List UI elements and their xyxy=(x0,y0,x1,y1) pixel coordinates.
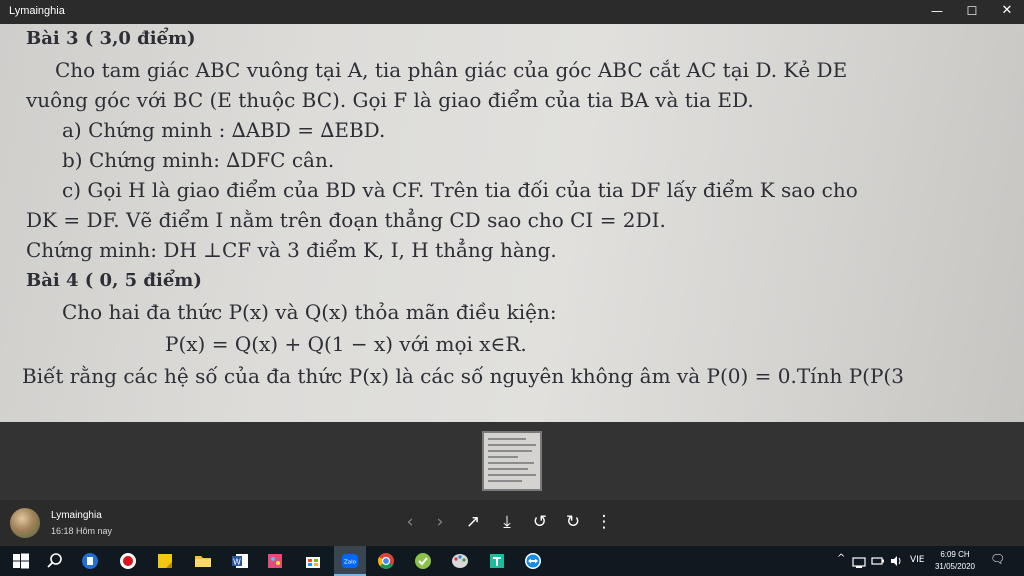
word-icon[interactable]: W xyxy=(230,551,250,571)
download-button[interactable]: ⤓ xyxy=(494,509,520,535)
document-line: P(x) = Q(x) + Q(1 − x) với mọi x∈R. xyxy=(165,332,527,356)
app-blue-circle-icon[interactable] xyxy=(80,551,100,571)
photo-document: Bài 3 ( 3,0 điểm) Cho tam giác ABC vuông… xyxy=(0,24,1024,422)
document-line: Cho hai đa thức P(x) và Q(x) thỏa mãn đi… xyxy=(62,300,557,324)
document-line: Chứng minh: DH ⊥CF và 3 điểm K, I, H thẳ… xyxy=(26,238,557,262)
thumbnail-strip xyxy=(0,422,1024,500)
document-line: Biết rằng các hệ số của đa thức P(x) là … xyxy=(22,364,904,388)
document-line: vuông góc với BC (E thuộc BC). Gọi F là … xyxy=(26,88,754,112)
close-button[interactable]: ✕ xyxy=(990,0,1024,22)
image-viewer[interactable]: Bài 3 ( 3,0 điểm) Cho tam giác ABC vuông… xyxy=(0,24,1024,422)
teamviewer-icon[interactable] xyxy=(523,551,543,571)
rotate-left-button[interactable]: ↺ xyxy=(527,509,553,535)
message-infobar: Lymainghia 16:18 Hôm nay ‹ › ↗ ⤓ ↺ ↻ ⋮ xyxy=(0,500,1024,546)
taskbar-clock[interactable]: 6:09 CH 31/05/2020 xyxy=(930,549,980,573)
document-line: c) Gọi H là giao điểm của BD và CF. Trên… xyxy=(62,178,858,202)
document-line: DK = DF. Vẽ điểm I nằm trên đoạn thẳng C… xyxy=(26,208,666,232)
maximize-button[interactable]: ☐ xyxy=(955,0,989,22)
battery-icon[interactable] xyxy=(871,554,885,568)
action-center-icon[interactable]: 🗨 xyxy=(990,552,1005,566)
volume-icon[interactable] xyxy=(889,554,903,568)
file-explorer-icon[interactable] xyxy=(193,551,213,571)
tray-chevron-icon[interactable]: ^ xyxy=(837,553,845,564)
rotate-right-button[interactable]: ↻ xyxy=(560,509,586,535)
paint-icon[interactable] xyxy=(265,551,285,571)
next-image-button[interactable]: › xyxy=(427,509,453,535)
network-icon[interactable] xyxy=(852,553,866,569)
clock-time: 6:09 CH xyxy=(940,550,970,559)
previous-image-button[interactable]: ‹ xyxy=(397,509,423,535)
store-icon[interactable] xyxy=(303,551,323,571)
document-line: Cho tam giác ABC vuông tại A, tia phân g… xyxy=(55,58,848,82)
svg-text:W: W xyxy=(233,558,241,567)
input-language[interactable]: VIE xyxy=(910,555,925,565)
search-icon[interactable] xyxy=(45,551,65,571)
teal-app-icon[interactable] xyxy=(487,551,507,571)
share-forward-button[interactable]: ↗ xyxy=(460,509,486,535)
more-options-button[interactable]: ⋮ xyxy=(591,509,617,535)
zalo-icon: Zalo xyxy=(342,554,358,568)
document-line: Bài 3 ( 3,0 điểm) xyxy=(26,28,196,49)
minimize-button[interactable]: — xyxy=(920,0,954,22)
avatar[interactable] xyxy=(10,508,40,538)
window-title: Lymainghia xyxy=(9,5,65,17)
chrome-icon[interactable] xyxy=(376,551,396,571)
windows-start-icon[interactable] xyxy=(11,551,31,571)
green-app-icon[interactable] xyxy=(413,551,433,571)
window-titlebar: Lymainghia — ☐ ✕ xyxy=(0,0,1024,24)
document-line: b) Chứng minh: ∆DFC cân. xyxy=(62,148,335,172)
windows-taskbar: W Zalo ^ VIE 6:09 CH 31/05/2020 🗨 xyxy=(0,546,1024,576)
sticky-notes-icon[interactable] xyxy=(155,551,175,571)
document-line: Bài 4 ( 0, 5 điểm) xyxy=(26,270,202,291)
sender-name: Lymainghia xyxy=(51,510,102,521)
paint-palette-icon[interactable] xyxy=(450,551,470,571)
thumbnail-selected[interactable] xyxy=(482,431,542,491)
sent-time: 16:18 Hôm nay xyxy=(51,526,113,536)
zalo-taskbar-active[interactable]: Zalo xyxy=(334,546,366,576)
clock-date: 31/05/2020 xyxy=(934,562,976,571)
record-icon[interactable] xyxy=(118,551,138,571)
svg-text:Zalo: Zalo xyxy=(344,560,357,566)
document-line: a) Chứng minh : ∆ABD = ∆EBD. xyxy=(62,118,386,142)
